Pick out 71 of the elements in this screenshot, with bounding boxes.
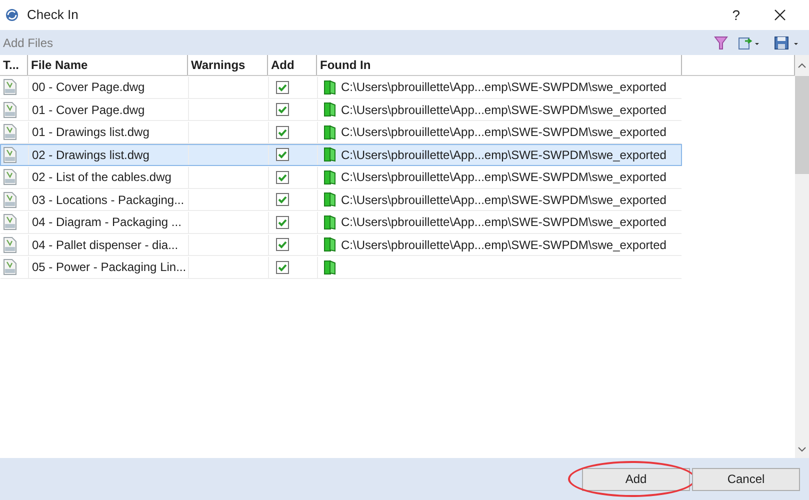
table-cell-text: 02 - List of the cables.dwg (32, 169, 172, 186)
folder-icon (324, 124, 336, 140)
toolbar-label: Add Files (3, 34, 54, 52)
column-header[interactable]: Warnings (188, 55, 268, 75)
checkbox[interactable] (276, 260, 289, 274)
table-row[interactable]: 00 - Cover Page.dwg C:\Users\pbrouillette\App...emp\SWE-SWPDM\swe_exported (0, 76, 682, 98)
table-cell-text: 05 - Power - Packaging Lin... (32, 259, 186, 276)
save-icon[interactable] (774, 36, 800, 50)
scroll-thumb[interactable] (795, 76, 809, 174)
table-cell-text: 04 - Pallet dispenser - dia... (32, 236, 178, 254)
table-cell-text: 01 - Drawings list.dwg (32, 124, 150, 142)
table-cell-text: C:\Users\pbrouillette\App...emp\SWE-SWPDM\swe_exported (341, 169, 666, 186)
column-header[interactable]: File Name (28, 55, 188, 75)
table-row[interactable]: 04 - Pallet dispenser - dia... C:\Users\pbrouillette\App...emp\SWE-SWPDM\swe_exported (0, 234, 682, 256)
checkbox[interactable] (276, 170, 289, 184)
scroll-down-icon[interactable] (798, 447, 806, 452)
app-icon (5, 8, 19, 22)
table-cell-text: C:\Users\pbrouillette\App...emp\SWE-SWPDM\swe_exported (341, 79, 666, 96)
table-row[interactable]: 04 - Diagram - Packaging ... C:\Users\pbrouillette\App...emp\SWE-SWPDM\swe_exported (0, 211, 682, 234)
dwg-file-icon (3, 236, 17, 253)
dwg-file-icon (3, 79, 17, 96)
folder-icon (324, 80, 336, 95)
folder-icon (324, 192, 336, 208)
table-cell-text: 00 - Cover Page.dwg (32, 79, 145, 96)
checkbox[interactable] (276, 148, 289, 162)
folder-icon (324, 237, 336, 252)
checkbox[interactable] (276, 80, 289, 94)
table-cell-text: C:\Users\pbrouillette\App...emp\SWE-SWPDM\swe_exported (341, 124, 666, 142)
table-cell-text: C:\Users\pbrouillette\App...emp\SWE-SWPDM\swe_exported (341, 146, 666, 164)
table-cell-text: 01 - Cover Page.dwg (32, 102, 145, 119)
table-row[interactable]: 03 - Locations - Packaging... C:\Users\pbrouillette\App...emp\SWE-SWPDM\swe_exported (0, 188, 682, 211)
table-row[interactable]: 01 - Cover Page.dwg C:\Users\pbrouillette\App...emp\SWE-SWPDM\swe_exported (0, 98, 682, 121)
dwg-file-icon (3, 102, 17, 118)
cancel-button[interactable]: Cancel (692, 468, 800, 490)
folder-icon (324, 260, 336, 275)
folder-icon (324, 214, 336, 230)
filter-icon[interactable] (714, 36, 728, 50)
checkbox[interactable] (276, 193, 289, 206)
table-cell-text: C:\Users\pbrouillette\App...emp\SWE-SWPDM\swe_exported (341, 102, 666, 119)
scroll-up-icon[interactable] (798, 63, 806, 68)
scrollbar[interactable] (795, 55, 809, 458)
folder-icon (324, 147, 336, 162)
checkbox[interactable] (276, 216, 289, 229)
dwg-file-icon (3, 214, 17, 230)
column-header[interactable]: T... (0, 55, 28, 75)
checkbox[interactable] (276, 126, 289, 139)
column-header[interactable]: Found In (317, 55, 682, 75)
table-row[interactable]: 02 - Drawings list.dwg C:\Users\pbrouillette\App...emp\SWE-SWPDM\swe_exported (0, 144, 682, 166)
add-button[interactable]: Add (582, 468, 690, 490)
table-cell-text: C:\Users\pbrouillette\App...emp\SWE-SWPDM\swe_exported (341, 236, 666, 254)
export-icon[interactable] (738, 36, 760, 50)
table-row[interactable]: 02 - List of the cables.dwg C:\Users\pbrouillette\App...emp\SWE-SWPDM\swe_exported (0, 166, 682, 188)
column-header[interactable]: Add (268, 55, 317, 75)
dwg-file-icon (3, 192, 17, 208)
table-cell-text: 03 - Locations - Packaging... (32, 192, 184, 209)
folder-icon (324, 102, 336, 118)
dwg-file-icon (3, 124, 17, 140)
close-icon[interactable] (774, 9, 786, 21)
table-cell-text: 02 - Drawings list.dwg (32, 146, 150, 164)
checkbox[interactable] (276, 238, 289, 252)
dwg-file-icon (3, 259, 17, 276)
help-button[interactable]: ? (732, 4, 740, 26)
checkbox[interactable] (276, 103, 289, 116)
table-cell-text: C:\Users\pbrouillette\App...emp\SWE-SWPDM\swe_exported (341, 214, 666, 232)
table-cell-text: C:\Users\pbrouillette\App...emp\SWE-SWPDM\swe_exported (341, 192, 666, 209)
folder-icon (324, 170, 336, 185)
window-title: Check In (27, 6, 78, 24)
table-row[interactable]: 05 - Power - Packaging Lin... (0, 256, 682, 278)
table-cell-text: 04 - Diagram - Packaging ... (32, 214, 182, 232)
dwg-file-icon (3, 169, 17, 186)
dwg-file-icon (3, 146, 17, 163)
